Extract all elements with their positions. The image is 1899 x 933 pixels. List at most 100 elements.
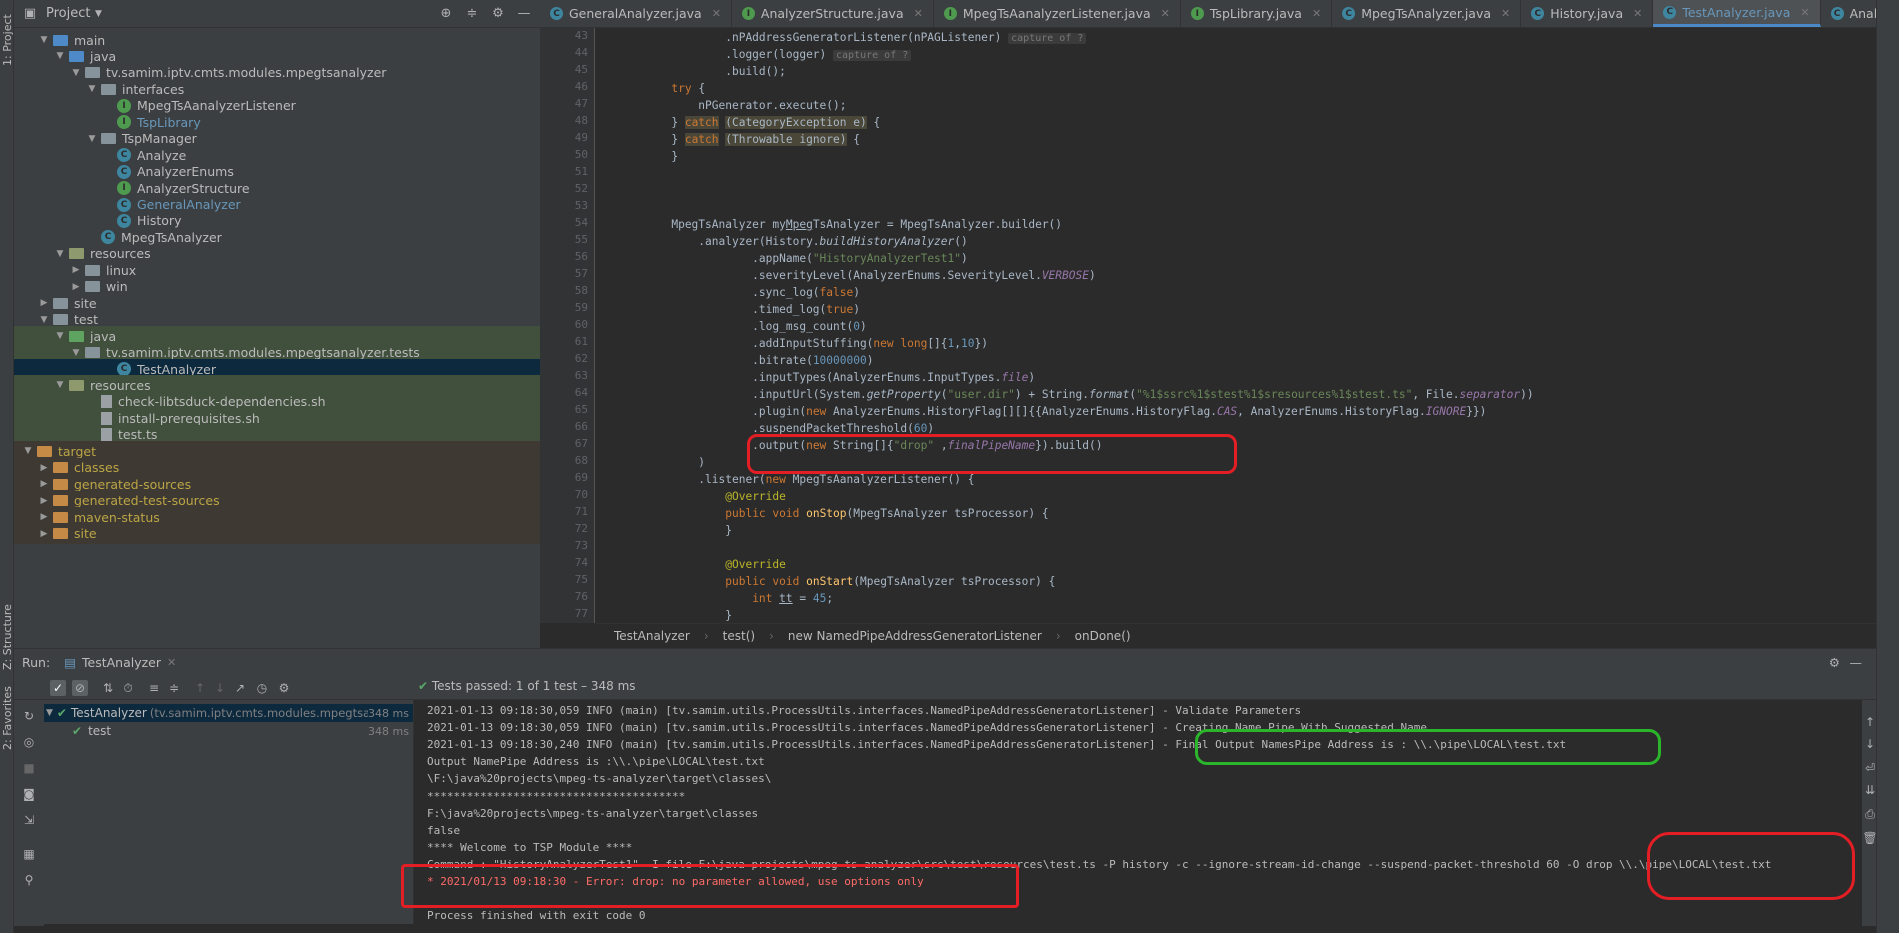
line-number: 47: [574, 97, 588, 110]
favorites-tool-window-button[interactable]: 2: Favorites: [1, 686, 14, 750]
tree-node-label: test.ts: [118, 427, 158, 443]
scroll-up-icon[interactable]: ↑: [1862, 714, 1878, 730]
collapse-all-icon[interactable]: ≑: [464, 5, 480, 21]
locate-icon[interactable]: ⊕: [438, 5, 454, 21]
folder-icon: [37, 445, 52, 457]
code-line: } catch (CategoryException e) {: [604, 116, 881, 129]
sort-alpha-icon[interactable]: ⇅: [100, 680, 116, 696]
test-root-row[interactable]: ▼ ✔ TestAnalyzer (tv.samim.iptv.cmts.mod…: [44, 704, 413, 722]
test-child-time: 348 ms: [368, 724, 409, 738]
trash-icon[interactable]: 🗑: [1862, 830, 1878, 846]
soft-wrap-icon[interactable]: ⏎: [1862, 760, 1878, 776]
expand-arrow-icon[interactable]: ▼: [70, 348, 82, 358]
expand-arrow-icon[interactable]: ▶: [70, 265, 82, 275]
export-icon[interactable]: ↗: [232, 680, 248, 696]
expand-arrow-icon[interactable]: ▼: [54, 51, 66, 61]
close-icon[interactable]: ✕: [1501, 7, 1510, 20]
editor-tab-generalanalyzer-java[interactable]: C GeneralAnalyzer.java ✕: [540, 0, 732, 27]
editor-tab-testanalyzer-java[interactable]: C TestAnalyzer.java ✕: [1653, 0, 1821, 27]
expand-arrow-icon[interactable]: ▼: [86, 84, 98, 94]
expand-arrow-icon[interactable]: ▼: [54, 331, 66, 341]
tree-node-label: site: [74, 526, 97, 541]
expand-arrow-icon[interactable]: ▶: [38, 298, 50, 308]
expand-arrow-icon[interactable]: ▶: [38, 496, 50, 506]
show-passed-icon[interactable]: ✓: [50, 680, 66, 696]
code-line: @Override: [725, 490, 786, 503]
project-view-icon[interactable]: ▣: [22, 6, 38, 22]
editor-tab-analyzerenums-java[interactable]: CAnalyzerEnums.java✕: [1821, 0, 1876, 27]
scroll-down-icon[interactable]: ↓: [1862, 736, 1878, 752]
expand-arrow-icon[interactable]: ▼: [54, 380, 66, 390]
expand-arrow-icon[interactable]: ▼: [38, 315, 50, 325]
close-icon[interactable]: ✕: [167, 656, 176, 669]
tree-node-label: java: [90, 328, 117, 344]
expand-arrow-icon[interactable]: ▶: [70, 282, 82, 292]
editor-tab-analyzerstructure-java[interactable]: I AnalyzerStructure.java ✕: [732, 0, 934, 27]
import-icon[interactable]: ⇲: [21, 812, 37, 828]
settings-icon[interactable]: ⚙: [276, 680, 292, 696]
close-icon[interactable]: ✕: [914, 7, 923, 20]
breadcrumb-item[interactable]: test(): [723, 629, 755, 643]
editor-tab-history-java[interactable]: C History.java ✕: [1521, 0, 1654, 27]
editor-tab-label: AnalyzerEnums.java: [1849, 6, 1876, 21]
expand-arrow-icon[interactable]: ▶: [38, 463, 50, 473]
editor-tab-mpegtsanalyzer-java[interactable]: C MpegTsAnalyzer.java ✕: [1332, 0, 1522, 27]
dropdown-icon[interactable]: ▼: [90, 6, 106, 22]
tree-node-label: AnalyzerStructure: [137, 180, 250, 196]
breadcrumb-item[interactable]: TestAnalyzer: [614, 629, 690, 643]
project-panel-title[interactable]: Project: [46, 6, 90, 21]
expand-arrow-icon[interactable]: ▼: [70, 68, 82, 78]
stop-icon[interactable]: ■: [21, 760, 37, 776]
breadcrumb-item[interactable]: onDone(): [1075, 629, 1131, 643]
code-editor[interactable]: .nPAddressGeneratorListener(nPAGListener…: [596, 28, 1876, 623]
next-failed-icon[interactable]: ↓: [212, 680, 228, 696]
editor-tab-tsplibrary-java[interactable]: I TspLibrary.java ✕: [1181, 0, 1333, 27]
minimize-icon[interactable]: —: [1850, 655, 1863, 670]
prev-failed-icon[interactable]: ↑: [192, 680, 208, 696]
print-icon[interactable]: ⎙: [1862, 806, 1878, 822]
test-child-row[interactable]: ✔ test 348 ms: [44, 722, 413, 740]
close-icon[interactable]: ✕: [1800, 6, 1809, 19]
close-icon[interactable]: ✕: [1312, 7, 1321, 20]
expand-arrow-icon[interactable]: ▼: [46, 708, 53, 718]
editor-tab-mpegtsaanalyzerlistener-java[interactable]: I MpegTsAanalyzerListener.java ✕: [934, 0, 1181, 27]
gear-icon[interactable]: ⚙: [490, 5, 506, 21]
close-icon[interactable]: ✕: [1161, 7, 1170, 20]
class-icon: C: [1531, 7, 1545, 20]
code-line: .logger(logger) capture of ?: [596, 46, 912, 63]
collapse-all-icon[interactable]: ≑: [166, 680, 182, 696]
close-icon[interactable]: ✕: [1633, 7, 1642, 20]
right-tool-strip: [1876, 0, 1899, 933]
run-tab[interactable]: ▤ TestAnalyzer ✕: [64, 655, 176, 670]
code-line: .bitrate(10000000): [604, 354, 874, 367]
tree-node-site[interactable]: ▶ site: [14, 523, 540, 544]
history-icon[interactable]: ◷: [254, 680, 270, 696]
minimize-icon[interactable]: —: [516, 5, 532, 21]
layout-icon[interactable]: ▦: [21, 846, 37, 862]
expand-arrow-icon[interactable]: ▼: [86, 134, 98, 144]
show-ignored-icon[interactable]: ⊘: [72, 680, 88, 696]
expand-arrow-icon[interactable]: ▼: [22, 446, 34, 456]
project-tool-window-button[interactable]: 1: Project: [1, 6, 14, 66]
breadcrumb-separator-icon: ›: [769, 628, 774, 643]
tree-node-label: generated-test-sources: [74, 493, 220, 509]
close-icon[interactable]: ✕: [712, 7, 721, 20]
rerun-failed-icon[interactable]: ↻: [21, 708, 37, 724]
expand-arrow-icon[interactable]: ▶: [38, 529, 50, 539]
breadcrumb-item[interactable]: new NamedPipeAddressGeneratorListener: [788, 629, 1042, 643]
class-icon: C: [117, 164, 131, 179]
camera-icon[interactable]: ◙: [21, 786, 37, 802]
pin-icon[interactable]: ⚲: [21, 872, 37, 888]
expand-all-icon[interactable]: ≡: [146, 680, 162, 696]
expand-arrow-icon[interactable]: ▶: [38, 512, 50, 522]
sort-duration-icon[interactable]: ⏱: [120, 680, 136, 696]
expand-arrow-icon[interactable]: ▼: [54, 249, 66, 259]
expand-arrow-icon[interactable]: ▼: [38, 35, 50, 45]
scroll-end-icon[interactable]: ⇊: [1862, 782, 1878, 798]
gear-icon[interactable]: ⚙: [1829, 655, 1840, 670]
expand-arrow-icon[interactable]: ▶: [38, 479, 50, 489]
toggle-auto-test-icon[interactable]: ◎: [21, 734, 37, 750]
line-number: 60: [574, 318, 588, 331]
structure-tool-window-button[interactable]: Z: Structure: [1, 604, 14, 670]
interface-icon: I: [117, 98, 131, 113]
